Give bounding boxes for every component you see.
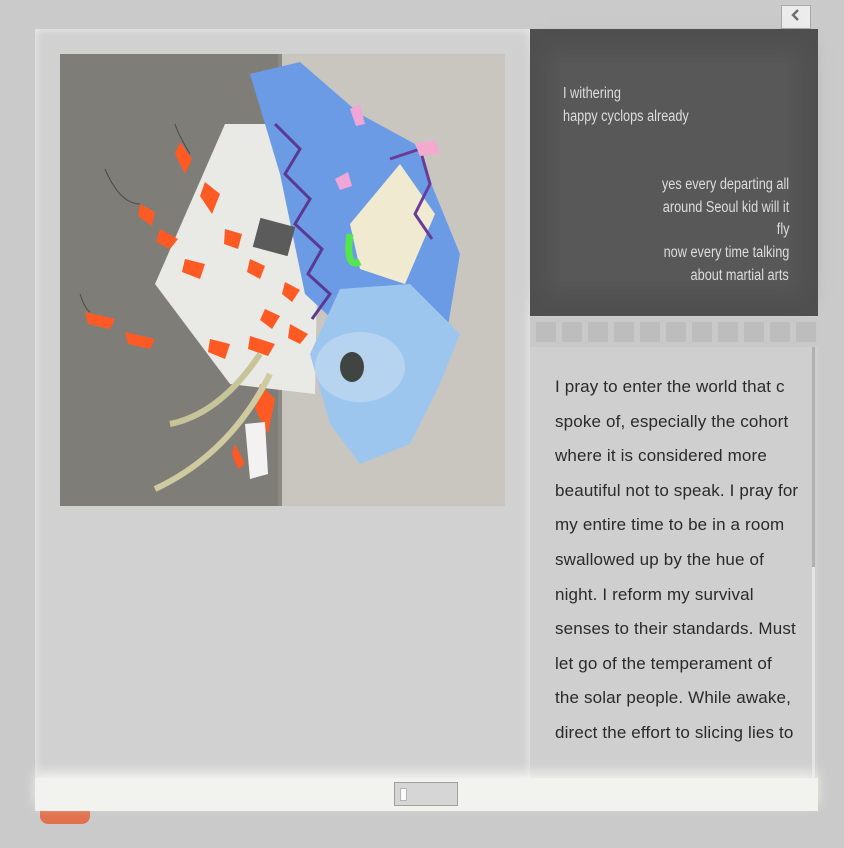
back-button[interactable]	[781, 5, 811, 29]
page-dot[interactable]	[770, 322, 790, 342]
page-dot[interactable]	[536, 322, 556, 342]
page-dot[interactable]	[666, 322, 686, 342]
poem-line: now every time talking	[663, 244, 789, 261]
page-dot[interactable]	[796, 322, 816, 342]
poem-line: happy cyclops already	[563, 108, 689, 125]
page-dots	[530, 317, 818, 347]
text-column: I withering happy cyclops already yes ev…	[530, 29, 818, 779]
page-dot[interactable]	[614, 322, 634, 342]
poem-panel: I withering happy cyclops already yes ev…	[530, 29, 818, 316]
content-frame: I withering happy cyclops already yes ev…	[35, 29, 818, 811]
page-dot[interactable]	[744, 322, 764, 342]
bottom-bar	[35, 778, 818, 811]
page-dot[interactable]	[562, 322, 582, 342]
slider-thumb[interactable]	[400, 788, 407, 801]
scrollbar-thumb[interactable]	[812, 347, 815, 567]
horizontal-scroll-slider[interactable]	[394, 782, 458, 806]
poem-line: about martial arts	[690, 267, 789, 284]
poem-line: fly	[776, 221, 789, 238]
poem-line: I withering	[563, 85, 621, 102]
page-dot[interactable]	[718, 322, 738, 342]
chevron-left-icon	[790, 8, 802, 27]
poem-line: yes every departing all	[661, 176, 789, 193]
poem-line: around Seoul kid will it	[662, 199, 789, 216]
essay-scroll-area[interactable]: I pray to enter the world that c spoke o…	[530, 347, 818, 779]
artwork-image	[60, 54, 505, 506]
essay-text: I pray to enter the world that c spoke o…	[555, 377, 799, 742]
image-panel	[35, 29, 530, 779]
accent-tab[interactable]	[40, 810, 90, 824]
page-dot[interactable]	[588, 322, 608, 342]
page-dot[interactable]	[692, 322, 712, 342]
page-dot[interactable]	[640, 322, 660, 342]
